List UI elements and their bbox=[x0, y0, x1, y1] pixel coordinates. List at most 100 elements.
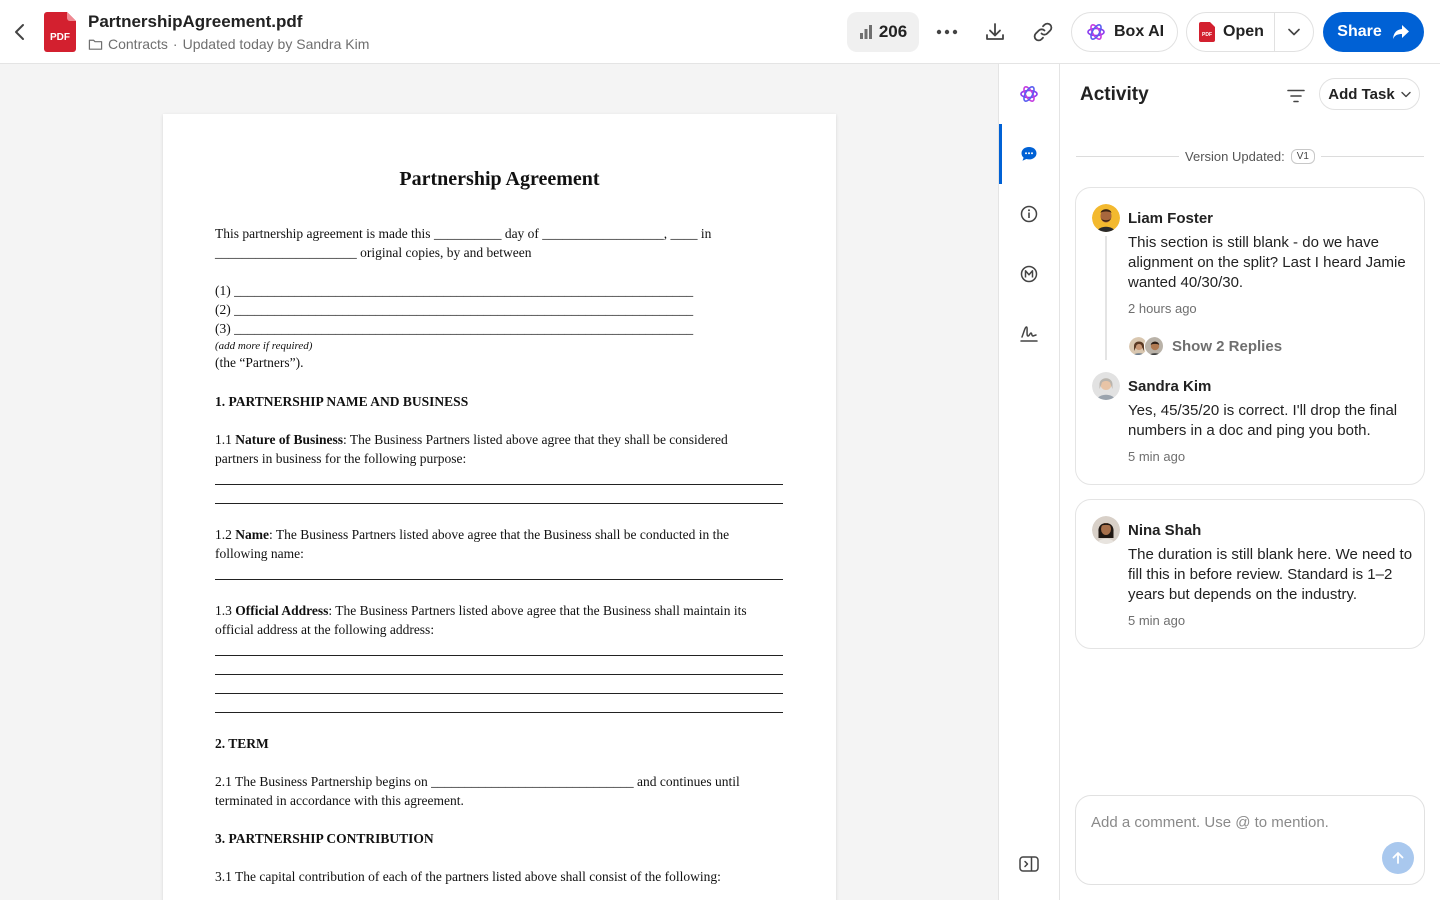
rail-collapse-button[interactable] bbox=[999, 834, 1059, 894]
reply-time: 5 min ago bbox=[1128, 449, 1186, 464]
version-label: Version Updated: bbox=[1185, 148, 1285, 164]
open-split-button: PDF Open bbox=[1186, 12, 1314, 52]
party-line-1: (1) ____________________________________… bbox=[215, 283, 694, 298]
document-page: Partnership Agreement This partnership a… bbox=[163, 114, 836, 900]
copy-link-button[interactable] bbox=[1027, 16, 1059, 48]
pdf-file-icon: PDF bbox=[44, 12, 76, 52]
avatar[interactable] bbox=[1092, 516, 1120, 544]
back-button[interactable] bbox=[8, 18, 32, 46]
avatar-male-icon bbox=[1145, 337, 1163, 355]
blank-rule bbox=[215, 503, 783, 504]
activity-title: Activity bbox=[1080, 84, 1149, 105]
partners-line: (the “Partners”). bbox=[215, 355, 304, 370]
party-line-3: (3) ____________________________________… bbox=[215, 321, 694, 336]
version-badge: V1 bbox=[1290, 148, 1315, 164]
blank-rule bbox=[215, 693, 783, 694]
clause-1-3-term: Official Address bbox=[235, 603, 329, 618]
box-ai-label: Box AI bbox=[1114, 23, 1165, 40]
version-divider: Version Updated: V1 bbox=[1076, 146, 1424, 166]
chevron-down-icon bbox=[1288, 28, 1300, 36]
box-ai-icon bbox=[1087, 24, 1105, 40]
top-header: PDF PartnershipAgreement.pdf Contracts ·… bbox=[0, 0, 1440, 64]
rail-box-ai-button[interactable] bbox=[999, 64, 1059, 124]
open-pdf-badge: PDF bbox=[1202, 32, 1212, 38]
avatar-nina-icon bbox=[1092, 516, 1120, 544]
rail-metadata-button[interactable] bbox=[999, 244, 1059, 304]
thread-line bbox=[1105, 236, 1107, 360]
clause-1-3-line-2: official address at the following addres… bbox=[215, 622, 435, 637]
reply-author[interactable]: Sandra Kim bbox=[1128, 378, 1211, 395]
file-meta: Contracts · Updated today by Sandra Kim bbox=[88, 36, 369, 52]
download-button[interactable] bbox=[979, 16, 1011, 48]
blank-rule bbox=[215, 674, 783, 675]
reply-avatars bbox=[1128, 336, 1164, 356]
updated-text: Updated today by Sandra Kim bbox=[182, 36, 370, 52]
divider-line bbox=[1076, 155, 1180, 157]
rail-details-button[interactable] bbox=[999, 184, 1059, 244]
open-options-button[interactable] bbox=[1275, 13, 1313, 51]
show-replies-label: Show 2 Replies bbox=[1172, 337, 1283, 355]
filter-icon bbox=[1287, 89, 1305, 103]
comment-input[interactable] bbox=[1091, 814, 1391, 831]
party-line-2: (2) ____________________________________… bbox=[215, 302, 694, 317]
filter-button[interactable] bbox=[1280, 80, 1312, 112]
reply-text: Yes, 45/35/20 is correct. I'll drop the … bbox=[1128, 402, 1398, 439]
section-3-heading: 3. PARTNERSHIP CONTRIBUTION bbox=[215, 831, 434, 846]
comment-text: This section is still blank - do we have… bbox=[1128, 234, 1406, 291]
intro-line-1: This partnership agreement is made this … bbox=[215, 226, 712, 241]
section-1-heading: 1. PARTNERSHIP NAME AND BUSINESS bbox=[215, 394, 469, 409]
share-arrow-icon bbox=[1392, 25, 1409, 39]
download-icon bbox=[986, 23, 1004, 40]
folder-link[interactable]: Contracts bbox=[108, 36, 168, 52]
avatar bbox=[1144, 336, 1164, 356]
sidebar-rail bbox=[998, 64, 1060, 900]
chevron-down-icon bbox=[1401, 91, 1411, 97]
meta-separator: · bbox=[172, 36, 178, 52]
clause-1-3: 1.3 Official Address: The Business Partn… bbox=[215, 603, 747, 619]
bar-chart-icon bbox=[859, 25, 872, 39]
avatar-sandra-icon bbox=[1092, 372, 1120, 400]
comment-text: The duration is still blank here. We nee… bbox=[1128, 546, 1413, 603]
section-2-heading: 2. TERM bbox=[215, 736, 269, 751]
file-name: PartnershipAgreement.pdf bbox=[88, 12, 303, 31]
box-ai-button[interactable]: Box AI bbox=[1071, 12, 1178, 52]
views-button[interactable]: 206 bbox=[847, 12, 919, 52]
back-chevron-icon bbox=[15, 24, 24, 40]
intro-line-2: _____________________ original copies, b… bbox=[215, 245, 532, 260]
activity-panel: Activity Add Task Version Updated: V1 Li… bbox=[1060, 64, 1440, 900]
open-button[interactable]: PDF Open bbox=[1187, 13, 1275, 51]
clause-1-2-text: : The Business Partners listed above agr… bbox=[269, 527, 730, 542]
clause-1-1-term: Nature of Business bbox=[235, 432, 344, 447]
open-label: Open bbox=[1223, 23, 1264, 40]
clause-1-3-num: 1.3 bbox=[215, 603, 236, 618]
clause-2-1-line-2: terminated in accordance with this agree… bbox=[215, 793, 464, 808]
comment-icon bbox=[1021, 147, 1037, 161]
arrow-up-icon bbox=[1392, 852, 1404, 864]
show-replies-button[interactable]: Show 2 Replies bbox=[1128, 336, 1282, 356]
rail-activity-button[interactable] bbox=[999, 124, 1059, 184]
document-title: Partnership Agreement bbox=[399, 168, 600, 190]
box-ai-icon bbox=[1020, 86, 1038, 102]
comment-thread-card: Liam Foster This section is still blank … bbox=[1075, 187, 1425, 485]
comment-author[interactable]: Liam Foster bbox=[1128, 210, 1213, 227]
clause-1-1-line-2: partners in business for the following p… bbox=[215, 451, 467, 466]
clause-1-2-term: Name bbox=[235, 527, 269, 542]
add-task-label: Add Task bbox=[1328, 85, 1395, 103]
info-icon bbox=[1020, 205, 1038, 223]
more-button[interactable] bbox=[931, 16, 963, 48]
blank-rule bbox=[215, 484, 783, 485]
clause-2-1-line-1: 2.1 The Business Partnership begins on _… bbox=[215, 774, 740, 789]
send-comment-button[interactable] bbox=[1382, 842, 1414, 874]
clause-1-1-num: 1.1 bbox=[215, 432, 236, 447]
clause-1-1-text: : The Business Partners listed above agr… bbox=[343, 432, 728, 447]
comment-author[interactable]: Nina Shah bbox=[1128, 522, 1201, 539]
comment-composer bbox=[1075, 795, 1425, 885]
document-preview[interactable]: Partnership Agreement This partnership a… bbox=[0, 64, 998, 900]
blank-rule bbox=[215, 579, 783, 580]
clause-1-2-num: 1.2 bbox=[215, 527, 236, 542]
avatar[interactable] bbox=[1092, 204, 1120, 232]
add-task-button[interactable]: Add Task bbox=[1319, 78, 1420, 110]
share-button[interactable]: Share bbox=[1323, 12, 1424, 52]
rail-sign-button[interactable] bbox=[999, 304, 1059, 364]
avatar[interactable] bbox=[1092, 372, 1120, 400]
